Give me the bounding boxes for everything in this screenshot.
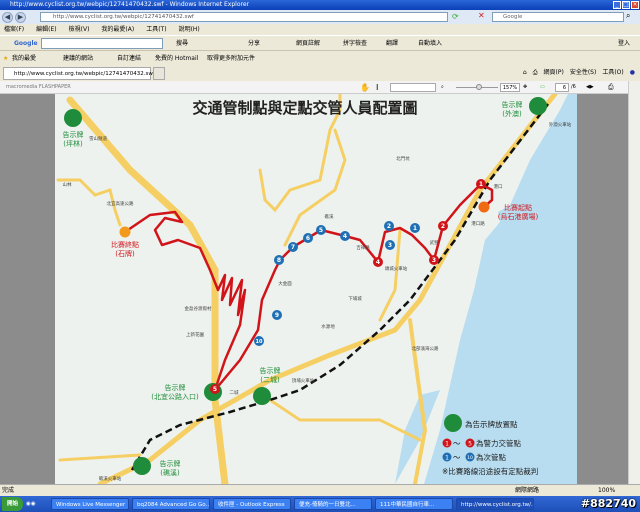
svg-text:8: 8 [277, 257, 281, 264]
red-point-1: 1 [476, 179, 486, 189]
svg-text:(石牌): (石牌) [115, 249, 135, 258]
task-bq2084[interactable]: bq2084 Advanced Go Go... [132, 498, 211, 510]
place-label: 武營 [430, 239, 439, 246]
place-label: 大金面 [278, 280, 292, 287]
place-label: 山林 [63, 181, 72, 188]
blue-point-2: 2 [384, 221, 394, 231]
svg-text:9: 9 [275, 312, 279, 319]
place-label: 頭城火車站 [385, 265, 408, 272]
legend-green-marker [444, 414, 462, 432]
svg-text:5: 5 [468, 441, 472, 448]
place-label: 外澳火車站 [549, 121, 572, 128]
place-label: 上新花園 [186, 331, 204, 338]
blue-point-5: 5 [316, 225, 326, 235]
task-cycling[interactable]: 111中華民國自行車... [375, 498, 454, 510]
svg-text:7: 7 [291, 244, 295, 251]
blue-point-10: 10 [254, 336, 264, 346]
zoom-level[interactable]: 100% [598, 485, 615, 496]
red-point-5: 5 [210, 384, 220, 394]
task-current-ie[interactable]: http://www.cyclist.org.tw/... [456, 498, 535, 510]
svg-text:10: 10 [467, 455, 473, 461]
svg-text:3: 3 [388, 242, 392, 249]
svg-text:(外澳): (外澳) [502, 109, 522, 118]
svg-text:(礁溪): (礁溪) [160, 468, 180, 477]
zone-label: 網際網路 [515, 487, 540, 494]
svg-text:4: 4 [376, 259, 380, 266]
svg-text:2: 2 [441, 223, 445, 230]
svg-text:4: 4 [343, 233, 347, 240]
blue-point-6: 6 [303, 233, 313, 243]
blue-point-9: 9 [272, 310, 282, 320]
svg-text:(北宜公路入口): (北宜公路入口) [151, 392, 199, 401]
status-bar: 完成 網際網路 100% [0, 484, 640, 496]
place-label: 下埔城 [348, 295, 362, 302]
svg-text:為次管點: 為次管點 [476, 452, 506, 462]
svg-text:告示牌: 告示牌 [260, 366, 281, 375]
place-label: 雪山隧道 [89, 135, 107, 142]
place-label: 金盈谷渡假村 [185, 305, 212, 312]
red-point-4: 4 [373, 257, 383, 267]
status-text: 完成 [2, 487, 15, 494]
blue-point-8: 8 [274, 255, 284, 265]
place-label: 吉祥路 [356, 244, 370, 251]
start-button[interactable]: 開始 [2, 497, 24, 511]
place-label: 頂埔火車站 [292, 377, 315, 384]
quick-launch[interactable]: ◉◉ [26, 501, 48, 507]
map-title: 交通管制點與定點交管人員配置圖 [192, 99, 417, 117]
svg-text:為警力交管點: 為警力交管點 [476, 438, 521, 448]
place-label: 港口路 [471, 220, 485, 227]
place-label: 水源地 [321, 323, 335, 330]
svg-text:～: ～ [453, 453, 461, 462]
place-label: 北宜高速公路 [107, 200, 134, 207]
svg-text:1: 1 [445, 441, 449, 448]
svg-text:告示牌: 告示牌 [160, 459, 181, 468]
svg-text:～: ～ [453, 439, 461, 448]
task-messenger[interactable]: Windows Live Messenger [51, 498, 130, 510]
place-label: 北門坑 [396, 155, 410, 162]
traffic-control-map: 交通管制點與定點交管人員配置圖 告示牌(坪林) 告示牌(外澳) 告示牌(北宜公路… [55, 94, 577, 484]
watermark: #882740 [580, 497, 636, 510]
svg-text:(坪林): (坪林) [63, 139, 83, 148]
taskbar: 開始 ◉◉ Windows Live Messenger bq2084 Adva… [0, 496, 640, 512]
svg-text:2: 2 [387, 223, 391, 230]
svg-text:1: 1 [445, 455, 449, 462]
svg-text:比賽終點: 比賽終點 [111, 240, 139, 249]
blue-point-1: 1 [410, 223, 420, 233]
svg-text:告示牌: 告示牌 [63, 130, 84, 139]
blue-point-4: 4 [340, 231, 350, 241]
red-point-3: 3 [429, 255, 439, 265]
svg-text:(烏石港廣場): (烏石港廣場) [498, 212, 539, 221]
blue-point-3: 3 [385, 240, 395, 250]
svg-text:10: 10 [256, 339, 263, 345]
svg-text:1: 1 [479, 181, 483, 188]
svg-text:比賽起點: 比賽起點 [504, 203, 532, 212]
task-blog[interactable]: 便充-倚騎的一日雙北... [294, 498, 373, 510]
svg-text:※比賽路線沿途設有定點裁判: ※比賽路線沿途設有定點裁判 [442, 466, 538, 476]
place-label: 二城 [230, 389, 239, 396]
svg-text:告示牌: 告示牌 [165, 383, 186, 392]
svg-text:3: 3 [432, 257, 436, 264]
blue-point-7: 7 [288, 242, 298, 252]
svg-text:1: 1 [413, 225, 417, 232]
task-outlook[interactable]: 收件匣 - Outlook Express [213, 498, 292, 510]
svg-text:告示牌: 告示牌 [502, 100, 523, 109]
svg-text:5: 5 [319, 227, 323, 234]
place-label: 港口 [494, 183, 503, 190]
place-label: 礁溪火車站 [99, 475, 122, 482]
svg-text:6: 6 [306, 235, 310, 242]
place-label: 北部濱海公路 [412, 345, 439, 352]
svg-text:為告示牌放置點: 為告示牌放置點 [465, 419, 518, 429]
svg-text:(二城): (二城) [260, 376, 280, 384]
place-label: 礁溪 [325, 213, 334, 220]
svg-text:5: 5 [213, 386, 217, 393]
red-point-2: 2 [438, 221, 448, 231]
